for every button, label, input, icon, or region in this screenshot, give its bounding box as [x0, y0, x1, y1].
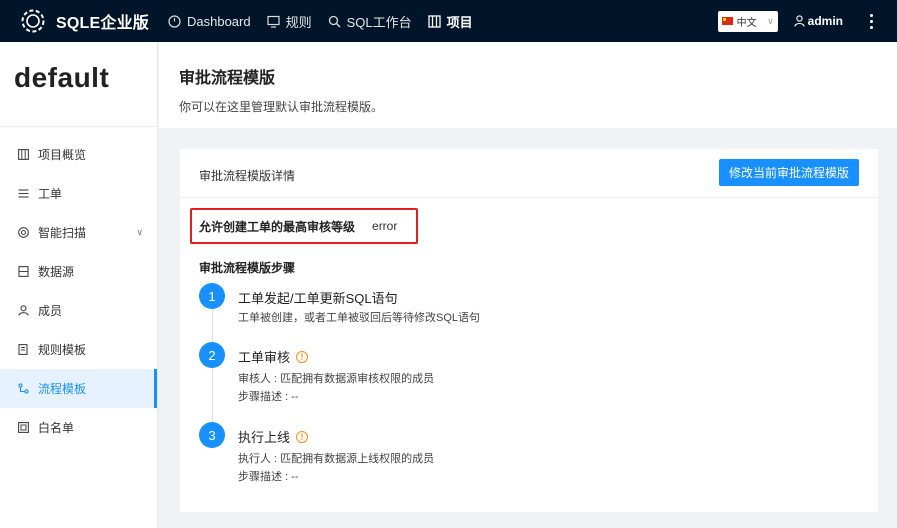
- sidebar-item-label: 智能扫描: [38, 226, 87, 240]
- sidebar-item-orders[interactable]: 工单: [0, 174, 157, 213]
- step-number-badge: 2: [199, 342, 225, 368]
- sidebar-item-label: 项目概览: [38, 148, 87, 162]
- page-title: 审批流程模版: [179, 70, 276, 87]
- step-description: 步骤描述 : --: [238, 391, 299, 403]
- sidebar-item-datasource[interactable]: 数据源: [0, 252, 157, 291]
- nav-projects-label: 项目: [446, 14, 473, 30]
- step-title-text: 工单发起/工单更新SQL语句: [238, 291, 398, 306]
- step-title: 执行上线 !: [238, 427, 309, 446]
- nav-dashboard-label: Dashboard: [187, 13, 251, 29]
- sidebar-item-label: 成员: [38, 304, 63, 318]
- sidebar-item-label: 数据源: [38, 265, 75, 279]
- max-audit-level-label: 允许创建工单的最高审核等级: [199, 219, 356, 234]
- overview-icon: [17, 149, 29, 161]
- step-title: 工单审核 !: [238, 347, 309, 366]
- card-title: 审批流程模版详情: [199, 169, 296, 183]
- user-icon: [794, 15, 805, 27]
- sidebar-item-overview[interactable]: 项目概览: [0, 135, 157, 174]
- chevron-down-icon: ∨: [136, 227, 143, 237]
- username: admin: [807, 14, 843, 28]
- whitelist-icon: [17, 422, 29, 434]
- sidebar-item-rule-template[interactable]: 规则模板: [0, 330, 157, 369]
- monitor-icon: [267, 15, 280, 28]
- sidebar-item-label: 流程模板: [38, 382, 87, 396]
- steps-title: 审批流程模版步骤: [199, 261, 296, 275]
- info-icon[interactable]: !: [296, 430, 309, 443]
- china-flag-icon: [721, 17, 733, 25]
- language-label: 中文: [736, 17, 757, 29]
- main-nav: Dashboard 规则 SQL工作台 项目: [160, 0, 481, 42]
- step-number-badge: 3: [199, 422, 225, 448]
- language-select[interactable]: 中文 ∨: [717, 10, 778, 32]
- project-name: default: [14, 62, 110, 93]
- nav-rules[interactable]: 规则: [259, 0, 320, 42]
- rule-template-icon: [17, 344, 29, 356]
- project-icon: [427, 14, 441, 28]
- nav-sql-workbench-label: SQL工作台: [346, 14, 412, 30]
- dashboard-icon: [168, 14, 181, 28]
- step-description: 工单被创建，或者工单被驳回后等待修改SQL语句: [238, 312, 481, 324]
- step-title-text: 工单审核: [238, 350, 291, 365]
- max-audit-level-value: error: [372, 219, 398, 233]
- sidebar-menu: 项目概览 工单 智能扫描 ∨ 数据源 成员 规则模板 流程模板 白名单: [0, 135, 157, 447]
- sidebar-divider: [0, 126, 157, 127]
- top-navbar: SQLE企业版 Dashboard 规则 SQL工作台 项目 中文 ∨ admi…: [0, 0, 897, 42]
- chevron-down-icon: ∨: [767, 15, 774, 26]
- project-sidebar: default 项目概览 工单 智能扫描 ∨ 数据源 成员 规则模板 流程模板 …: [0, 42, 158, 528]
- scan-icon: [17, 227, 29, 239]
- workflow-icon: [17, 383, 29, 395]
- card-header: 审批流程模版详情 修改当前审批流程模版: [180, 149, 878, 198]
- step-description: 步骤描述 : --: [238, 471, 299, 483]
- user-icon: [17, 305, 29, 317]
- step-assignee: 执行人 : 匹配拥有数据源上线权限的成员: [238, 453, 435, 465]
- sidebar-item-label: 规则模板: [38, 343, 87, 357]
- sidebar-item-workflow-template[interactable]: 流程模板: [0, 369, 157, 408]
- brand-logo[interactable]: SQLE企业版: [18, 6, 158, 36]
- list-icon: [17, 188, 29, 200]
- page-description: 你可以在这里管理默认审批流程模版。: [179, 100, 384, 114]
- step-assignee: 审核人 : 匹配拥有数据源审核权限的成员: [238, 373, 435, 385]
- sidebar-item-members[interactable]: 成员: [0, 291, 157, 330]
- sidebar-item-label: 工单: [38, 187, 63, 201]
- workflow-template-card: 审批流程模版详情 修改当前审批流程模版 允许创建工单的最高审核等级 error …: [180, 149, 878, 512]
- nav-dashboard[interactable]: Dashboard: [160, 0, 259, 42]
- datasource-icon: [17, 266, 29, 278]
- max-audit-level-highlight: 允许创建工单的最高审核等级 error: [190, 208, 418, 244]
- edit-workflow-template-button[interactable]: 修改当前审批流程模版: [719, 159, 859, 186]
- search-icon: [328, 15, 341, 27]
- step-title-text: 执行上线: [238, 430, 291, 445]
- info-icon[interactable]: !: [296, 350, 309, 363]
- nav-projects[interactable]: 项目: [420, 0, 481, 42]
- step-number-badge: 1: [199, 283, 225, 309]
- nav-sql-workbench[interactable]: SQL工作台: [320, 0, 420, 42]
- step-title: 工单发起/工单更新SQL语句: [238, 288, 398, 307]
- sidebar-item-whitelist[interactable]: 白名单: [0, 408, 157, 447]
- brand-name: SQLE企业版: [56, 15, 149, 32]
- nav-rules-label: 规则: [285, 14, 312, 30]
- logo-gear-icon: [21, 9, 45, 33]
- sidebar-item-label: 白名单: [38, 421, 75, 435]
- page-header: 审批流程模版 你可以在这里管理默认审批流程模版。: [159, 42, 897, 128]
- more-menu-icon[interactable]: [861, 0, 881, 42]
- user-menu[interactable]: admin: [794, 14, 843, 28]
- sidebar-item-smart-scan[interactable]: 智能扫描 ∨: [0, 213, 157, 252]
- topbar-right-tools: 中文 ∨ admin: [717, 0, 897, 42]
